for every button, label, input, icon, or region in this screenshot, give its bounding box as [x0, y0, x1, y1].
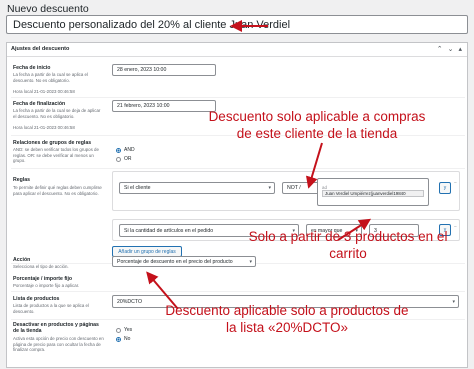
radio-yes[interactable]: Yes — [116, 327, 132, 333]
rule1-customer-select[interactable]: ad Juan Verdiel Umpiérrez(juanverdiel198… — [317, 178, 429, 206]
deactivate-desc: Activa esta opción de precio con descuen… — [13, 336, 104, 352]
rule-group-1: Si el cliente▾ NOT /▾ ad Juan Verdiel Um… — [112, 171, 460, 211]
panel-title: Ajustes del descuento — [11, 46, 70, 52]
move-up-icon[interactable]: ⌃ — [437, 45, 443, 53]
end-date-input[interactable]: 21 febrero, 2023 10:00 — [112, 100, 216, 112]
percent-desc: Porcentaje o importe fijo a aplicar. — [13, 283, 80, 288]
annotation-quantity: Solo a partir de 3 productos en el carri… — [248, 229, 448, 261]
rule-groups-label: Relaciones de grupos de reglas — [13, 140, 92, 146]
annotation-product-list: Descuento aplicable solo a productos de … — [165, 303, 409, 335]
end-date-desc: La fecha a partir de la cual se deja de … — [13, 108, 101, 119]
radio-no[interactable]: No — [116, 336, 130, 342]
deactivate-label: Desactivar en productos y páginas de la … — [13, 322, 99, 334]
radio-dot-icon — [116, 336, 121, 342]
action-select[interactable]: Porcentaje de descuento en el precio del… — [112, 256, 256, 267]
product-list-desc: Lista de productos a la que se aplica el… — [13, 303, 89, 314]
remove-rule-icon[interactable]: − — [454, 180, 457, 186]
rule-groups-desc: AND: se deben verificar todos los grupos… — [13, 147, 99, 163]
radio-and[interactable]: AND — [116, 147, 135, 153]
start-date-input[interactable]: 28 enero, 2023 10:00 — [112, 64, 216, 76]
page-title: Nuevo descuento — [7, 3, 89, 15]
action-desc: Selecciona el tipo de acción. — [13, 264, 69, 269]
end-date-label: Fecha de finalización — [13, 101, 66, 107]
start-date-label: Fecha de inicio — [13, 65, 51, 71]
move-down-icon[interactable]: ⌄ — [448, 45, 454, 53]
chevron-down-icon: ▾ — [452, 298, 455, 305]
radio-dot-icon — [116, 156, 121, 162]
rules-label: Reglas — [13, 177, 31, 183]
rule1-condition-select[interactable]: Si el cliente ▾ — [119, 182, 275, 194]
start-date-desc: La fecha a partir de la cual se aplica e… — [13, 72, 88, 83]
product-list-label: Lista de productos — [13, 296, 60, 302]
chevron-down-icon: ▾ — [268, 185, 271, 191]
start-date-local: Hora local 21-01-2023 00:46:58 — [13, 89, 75, 94]
action-label: Acción — [13, 257, 31, 263]
radio-or[interactable]: OR — [116, 156, 132, 162]
radio-dot-icon — [116, 147, 121, 153]
annotation-customer: Descuento solo aplicable a compras de es… — [208, 109, 426, 141]
end-date-local: Hora local 21-01-2023 00:46:58 — [13, 125, 75, 130]
discount-title-input[interactable]: Descuento personalizado del 20% al clien… — [6, 15, 468, 34]
rule1-selected-user: Juan Verdiel Umpiérrez(juanverdiel19840 — [322, 190, 424, 197]
collapse-icon[interactable]: ▴ — [458, 45, 462, 53]
rules-desc: Te permite definir qué reglas deben cump… — [13, 185, 102, 196]
radio-dot-icon — [116, 327, 121, 333]
rule1-and-button[interactable]: y — [439, 182, 451, 194]
panel-header: Ajustes del descuento ⌃ ⌄ ▴ — [7, 43, 467, 57]
percent-label: Porcentaje / importe fijo — [13, 276, 73, 282]
